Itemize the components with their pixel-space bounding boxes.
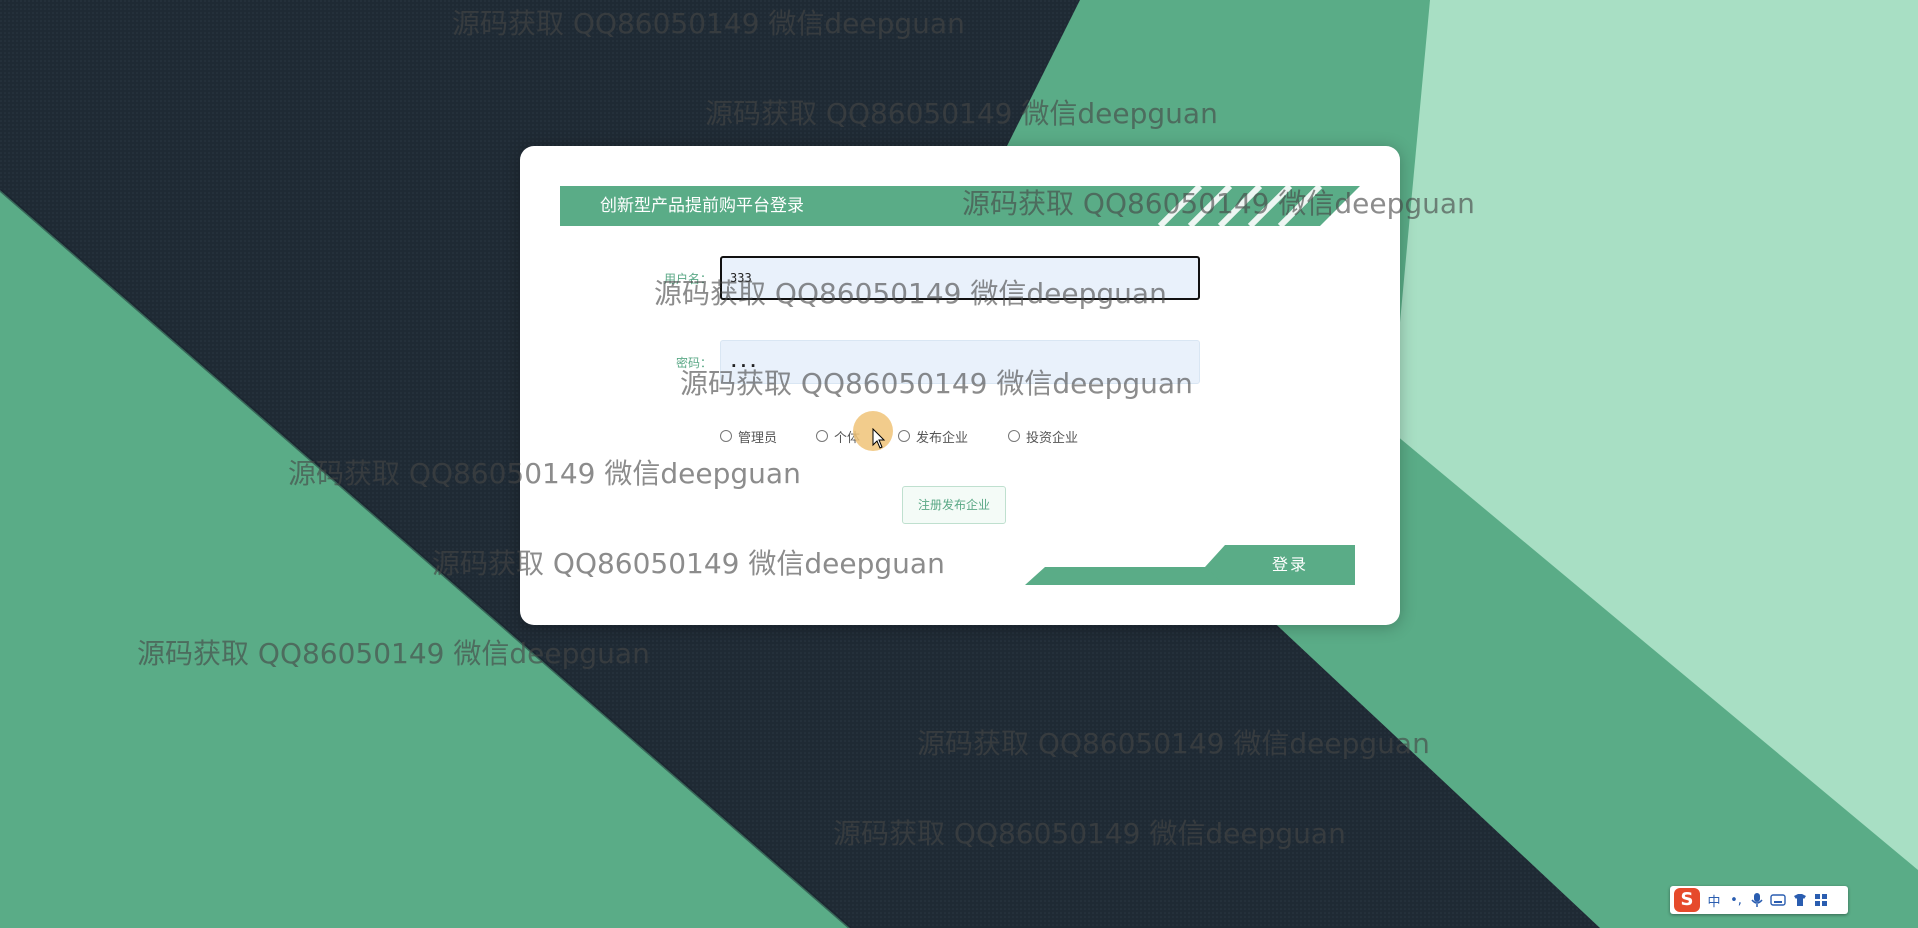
login-card: 创新型产品提前购平台登录 用户名： 333 密码： ... 管理员 个体 发布企… [520, 146, 1400, 625]
page-title: 创新型产品提前购平台登录 [600, 196, 804, 216]
role-label-publisher: 发布企业 [916, 430, 969, 446]
grid-icon[interactable] [1814, 893, 1828, 907]
role-option-investor[interactable]: 投资企业 [1008, 426, 1078, 446]
login-page: 创新型产品提前购平台登录 用户名： 333 密码： ... 管理员 个体 发布企… [0, 0, 1918, 928]
ime-mode-button[interactable]: 中 [1706, 891, 1722, 910]
radio-icon[interactable] [1008, 430, 1020, 442]
role-option-admin[interactable]: 管理员 [720, 426, 777, 446]
title-bar: 创新型产品提前购平台登录 [560, 186, 1360, 226]
role-label-admin: 管理员 [738, 430, 778, 446]
login-button-area: 登录 [1025, 545, 1355, 585]
ime-toolbar: S 中 •, [1670, 886, 1848, 914]
password-input[interactable]: ... [720, 340, 1200, 384]
register-publisher-button[interactable]: 注册发布企业 [902, 486, 1006, 524]
shirt-icon[interactable] [1792, 893, 1808, 907]
ime-logo-icon[interactable]: S [1674, 888, 1700, 912]
mouse-cursor-icon [872, 428, 886, 449]
mic-icon[interactable] [1750, 892, 1764, 908]
username-input[interactable]: 333 [720, 256, 1200, 300]
role-option-publisher[interactable]: 发布企业 [898, 426, 968, 446]
login-button[interactable]: 登录 [1225, 545, 1355, 585]
ime-punct-button[interactable]: •, [1728, 893, 1744, 908]
password-label: 密码： [675, 356, 712, 370]
role-label-investor: 投资企业 [1026, 430, 1079, 446]
radio-icon[interactable] [898, 430, 910, 442]
radio-icon[interactable] [816, 430, 828, 442]
keyboard-icon[interactable] [1770, 893, 1786, 907]
radio-icon[interactable] [720, 430, 732, 442]
username-label: 用户名： [663, 272, 712, 286]
